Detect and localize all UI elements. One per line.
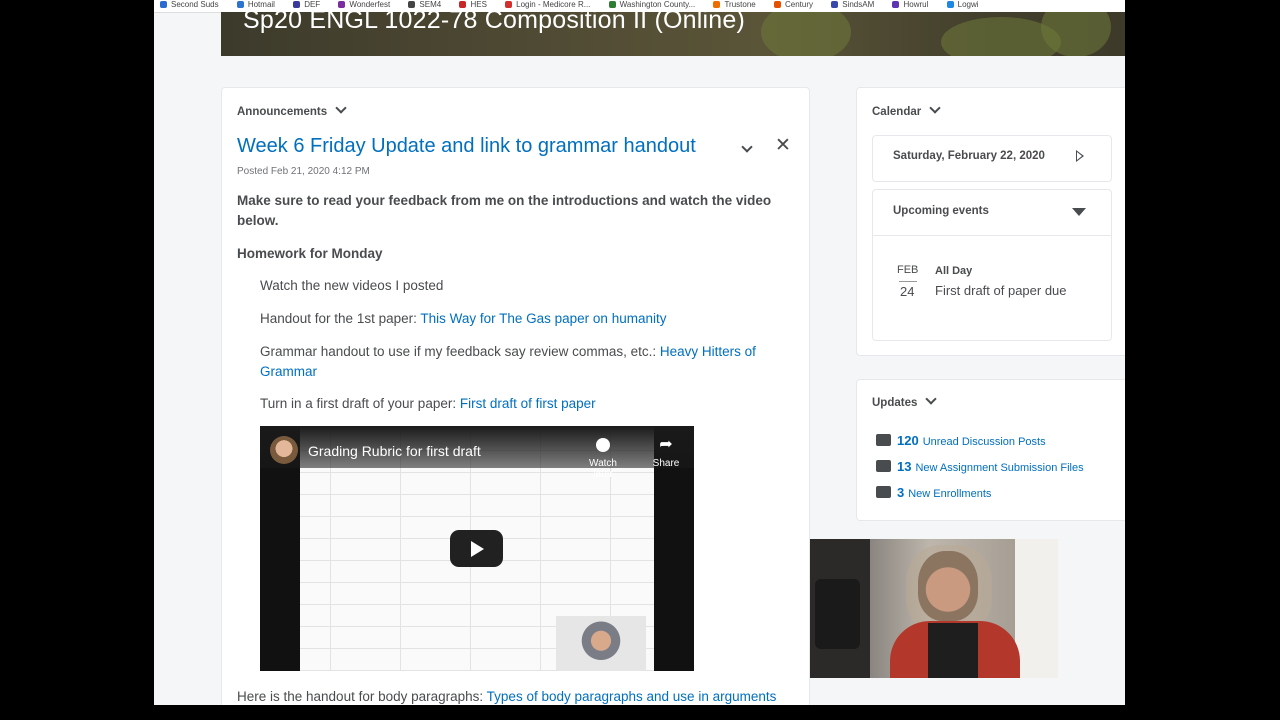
bookmark[interactable]: Hotmail (236, 0, 275, 9)
caret-down-icon[interactable] (1072, 208, 1086, 216)
bookmark-icon (408, 1, 416, 9)
bookmark-icon (608, 1, 616, 9)
course-title: Sp20 ENGL 1022-78 Composition II (Online… (243, 12, 745, 34)
play-button-icon[interactable] (450, 530, 503, 567)
share-button[interactable]: ➦ Share (646, 436, 686, 470)
update-label: New Assignment Submission Files (915, 462, 1084, 474)
next-day-icon[interactable] (1076, 150, 1084, 162)
bookmark[interactable]: SEM4 (408, 0, 441, 9)
assignment-icon (876, 460, 891, 472)
announcements-header-label: Announcements (237, 106, 328, 118)
bookmark[interactable]: SindsAM (831, 0, 874, 9)
update-item-enrollments[interactable]: 3 New Enrollments (876, 484, 991, 502)
update-count: 3 (897, 485, 905, 500)
homework-line-draft: Turn in a first draft of your paper: Fir… (260, 394, 596, 414)
first-draft-link[interactable]: First draft of first paper (460, 396, 596, 411)
event-month: FEB (897, 264, 919, 276)
share-icon: ➦ (659, 436, 673, 453)
event-time: All Day (935, 265, 973, 277)
bookmark[interactable]: Wonderfest (338, 0, 390, 9)
bookmark-icon (338, 1, 346, 9)
upcoming-events-panel: Upcoming events FEB 24 All Day First dra… (872, 189, 1112, 341)
bookmark-icon (236, 1, 244, 9)
updates-header-label: Updates (872, 397, 918, 409)
bookmark-icon (713, 1, 721, 9)
homework-line-grammar: Grammar handout to use if my feedback sa… (260, 342, 780, 381)
bookmark[interactable]: Logwi (946, 0, 979, 9)
announcements-widget: Announcements Week 6 Friday Update and l… (221, 87, 810, 705)
update-item-assignments[interactable]: 13 New Assignment Submission Files (876, 458, 1084, 476)
bookmark[interactable]: Howrul (892, 0, 928, 9)
calendar-current-date: Saturday, February 22, 2020 (893, 150, 1045, 162)
update-count: 13 (897, 459, 912, 474)
bookmark[interactable]: Second Suds (160, 0, 219, 9)
announcement-title[interactable]: Week 6 Friday Update and link to grammar… (237, 135, 696, 158)
bookmark-icon (892, 1, 900, 9)
updates-header[interactable]: Updates (872, 393, 938, 409)
announcements-header[interactable]: Announcements (237, 102, 347, 118)
channel-avatar[interactable] (270, 436, 298, 464)
bookmark[interactable]: Century (773, 0, 813, 9)
webcam-background-door (1015, 539, 1058, 678)
bookmark-icon (160, 1, 167, 9)
update-label: Unread Discussion Posts (922, 436, 1046, 448)
upcoming-events-label: Upcoming events (893, 205, 989, 217)
homework-line-videos: Watch the new videos I posted (260, 278, 444, 293)
announcement-posted-date: Posted Feb 21, 2020 4:12 PM (237, 166, 370, 177)
homework-line-text: Grammar handout to use if my feedback sa… (260, 344, 660, 359)
bookmark[interactable]: DEF (293, 0, 320, 9)
upcoming-events-header[interactable]: Upcoming events (873, 190, 1111, 236)
bookmark-icon (946, 1, 954, 9)
bookmark[interactable]: HES (459, 0, 487, 9)
clock-icon (596, 438, 610, 452)
body-paragraphs-link[interactable]: Types of body paragraphs and use in argu… (487, 689, 777, 704)
webcam-overlay (810, 539, 1058, 678)
enrollment-icon (876, 486, 891, 498)
homework-line-text: Handout for the 1st paper: (260, 311, 421, 326)
watch-later-label: Watch later (589, 458, 617, 480)
watch-later-button[interactable]: Watch later (578, 438, 628, 480)
bookmark-icon (459, 1, 467, 9)
webcam-background-drum (815, 579, 860, 649)
course-banner: Sp20 ENGL 1022-78 Composition II (Online… (221, 12, 1125, 56)
update-item-discussions[interactable]: 120 Unread Discussion Posts (876, 432, 1046, 450)
update-label: New Enrollments (908, 488, 992, 500)
bookmark-icon (505, 1, 513, 9)
video-title[interactable]: Grading Rubric for first draft (308, 443, 481, 459)
homework-line-text: Turn in a first draft of your paper: (260, 396, 460, 411)
body-paragraphs-text: Here is the handout for body paragraphs: (237, 689, 487, 704)
chevron-down-icon[interactable] (335, 102, 347, 114)
update-count: 120 (897, 433, 919, 448)
bookmark-icon (831, 1, 839, 9)
event-date-divider (899, 281, 917, 282)
embedded-video[interactable]: Grading Rubric for first draft Watch lat… (260, 426, 694, 671)
event-title[interactable]: First draft of paper due (935, 283, 1067, 298)
calendar-date-selector[interactable]: Saturday, February 22, 2020 (872, 135, 1112, 182)
bookmark[interactable]: Washington County... (608, 0, 695, 9)
share-label: Share (652, 458, 680, 469)
discussion-icon (876, 434, 891, 446)
event-day: 24 (900, 284, 915, 299)
homework-heading: Homework for Monday (237, 246, 383, 261)
banner-leaf-decoration (761, 12, 851, 56)
video-webcam-inset (556, 616, 646, 671)
webcam-presenter-face (918, 551, 978, 621)
close-icon[interactable]: ✕ (775, 136, 791, 155)
chevron-down-icon[interactable] (741, 141, 753, 153)
chevron-down-icon[interactable] (929, 102, 941, 114)
homework-line-handout: Handout for the 1st paper: This Way for … (260, 309, 666, 329)
bookmark[interactable]: Login - Medicore R... (505, 0, 590, 9)
bookmark-icon (773, 1, 781, 9)
bookmark-icon (293, 1, 301, 9)
chevron-down-icon[interactable] (925, 393, 938, 405)
bookmark[interactable]: Trustone (713, 0, 756, 9)
body-paragraphs-line: Here is the handout for body paragraphs:… (237, 689, 776, 704)
calendar-widget: Calendar Saturday, February 22, 2020 Upc… (856, 87, 1125, 356)
updates-widget: Updates 120 Unread Discussion Posts 13 New… (856, 379, 1125, 521)
handout-link[interactable]: This Way for The Gas paper on humanity (420, 311, 666, 326)
announcement-intro: Make sure to read your feedback from me … (237, 193, 772, 228)
webcam-presenter-shirt (928, 623, 978, 678)
